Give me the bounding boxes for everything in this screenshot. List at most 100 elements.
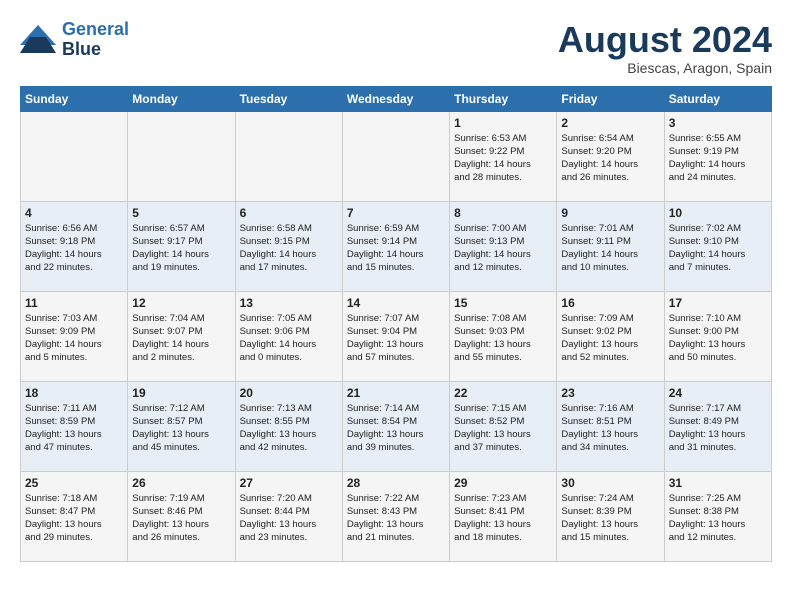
day-info: Sunrise: 7:24 AM Sunset: 8:39 PM Dayligh…: [561, 492, 659, 545]
day-info: Sunrise: 7:09 AM Sunset: 9:02 PM Dayligh…: [561, 312, 659, 365]
calendar-cell: 21 Sunrise: 7:14 AM Sunset: 8:54 PM Dayli…: [342, 381, 449, 471]
calendar-week-row: 18 Sunrise: 7:11 AM Sunset: 8:59 PM Dayli…: [21, 381, 772, 471]
day-number: 11: [25, 296, 123, 310]
day-info: Sunrise: 6:59 AM Sunset: 9:14 PM Dayligh…: [347, 222, 445, 275]
day-number: 6: [240, 206, 338, 220]
column-header-friday: Friday: [557, 86, 664, 111]
calendar-cell: 11Sunrise: 7:03 AM Sunset: 9:09 PM Dayli…: [21, 291, 128, 381]
calendar-week-row: 11Sunrise: 7:03 AM Sunset: 9:09 PM Dayli…: [21, 291, 772, 381]
day-number: 28: [347, 476, 445, 490]
calendar-cell: 2 Sunrise: 6:54 AM Sunset: 9:20 PM Daylig…: [557, 111, 664, 201]
day-number: 4: [25, 206, 123, 220]
day-number: 15: [454, 296, 552, 310]
subtitle: Biescas, Aragon, Spain: [558, 60, 772, 76]
day-number: 19: [132, 386, 230, 400]
day-info: Sunrise: 7:08 AM Sunset: 9:03 PM Dayligh…: [454, 312, 552, 365]
calendar-cell: 13Sunrise: 7:05 AM Sunset: 9:06 PM Dayli…: [235, 291, 342, 381]
day-info: Sunrise: 7:12 AM Sunset: 8:57 PM Dayligh…: [132, 402, 230, 455]
calendar-cell: 8Sunrise: 7:00 AM Sunset: 9:13 PM Daylig…: [450, 201, 557, 291]
day-info: Sunrise: 7:16 AM Sunset: 8:51 PM Dayligh…: [561, 402, 659, 455]
calendar-cell: 17 Sunrise: 7:10 AM Sunset: 9:00 PM Dayli…: [664, 291, 771, 381]
day-number: 24: [669, 386, 767, 400]
day-info: Sunrise: 6:55 AM Sunset: 9:19 PM Dayligh…: [669, 132, 767, 185]
calendar-week-row: 1Sunrise: 6:53 AM Sunset: 9:22 PM Daylig…: [21, 111, 772, 201]
day-info: Sunrise: 7:22 AM Sunset: 8:43 PM Dayligh…: [347, 492, 445, 545]
day-number: 2: [561, 116, 659, 130]
day-number: 10: [669, 206, 767, 220]
calendar-cell: 7 Sunrise: 6:59 AM Sunset: 9:14 PM Daylig…: [342, 201, 449, 291]
calendar-cell: 1Sunrise: 6:53 AM Sunset: 9:22 PM Daylig…: [450, 111, 557, 201]
day-info: Sunrise: 7:04 AM Sunset: 9:07 PM Dayligh…: [132, 312, 230, 365]
calendar-cell: 14Sunrise: 7:07 AM Sunset: 9:04 PM Dayli…: [342, 291, 449, 381]
calendar-cell: 16 Sunrise: 7:09 AM Sunset: 9:02 PM Dayli…: [557, 291, 664, 381]
day-info: Sunrise: 7:25 AM Sunset: 8:38 PM Dayligh…: [669, 492, 767, 545]
day-number: 21: [347, 386, 445, 400]
calendar-cell: 15 Sunrise: 7:08 AM Sunset: 9:03 PM Dayli…: [450, 291, 557, 381]
day-number: 20: [240, 386, 338, 400]
calendar-cell: 10Sunrise: 7:02 AM Sunset: 9:10 PM Dayli…: [664, 201, 771, 291]
calendar-cell: [21, 111, 128, 201]
calendar-cell: 25 Sunrise: 7:18 AM Sunset: 8:47 PM Dayli…: [21, 471, 128, 561]
column-header-tuesday: Tuesday: [235, 86, 342, 111]
day-number: 26: [132, 476, 230, 490]
day-number: 18: [25, 386, 123, 400]
day-info: Sunrise: 6:57 AM Sunset: 9:17 PM Dayligh…: [132, 222, 230, 275]
day-number: 7: [347, 206, 445, 220]
day-info: Sunrise: 7:15 AM Sunset: 8:52 PM Dayligh…: [454, 402, 552, 455]
logo-icon: [20, 25, 56, 55]
calendar-table: SundayMondayTuesdayWednesdayThursdayFrid…: [20, 86, 772, 562]
calendar-cell: 29Sunrise: 7:23 AM Sunset: 8:41 PM Dayli…: [450, 471, 557, 561]
calendar-cell: 4 Sunrise: 6:56 AM Sunset: 9:18 PM Daylig…: [21, 201, 128, 291]
day-number: 16: [561, 296, 659, 310]
main-title: August 2024: [558, 20, 772, 60]
day-number: 22: [454, 386, 552, 400]
day-info: Sunrise: 6:58 AM Sunset: 9:15 PM Dayligh…: [240, 222, 338, 275]
calendar-cell: [235, 111, 342, 201]
calendar-cell: 5 Sunrise: 6:57 AM Sunset: 9:17 PM Daylig…: [128, 201, 235, 291]
calendar-cell: 30 Sunrise: 7:24 AM Sunset: 8:39 PM Dayli…: [557, 471, 664, 561]
day-info: Sunrise: 7:14 AM Sunset: 8:54 PM Dayligh…: [347, 402, 445, 455]
column-header-monday: Monday: [128, 86, 235, 111]
calendar-cell: 19 Sunrise: 7:12 AM Sunset: 8:57 PM Dayli…: [128, 381, 235, 471]
calendar-cell: 3 Sunrise: 6:55 AM Sunset: 9:19 PM Daylig…: [664, 111, 771, 201]
calendar-week-row: 4 Sunrise: 6:56 AM Sunset: 9:18 PM Daylig…: [21, 201, 772, 291]
calendar-cell: 6 Sunrise: 6:58 AM Sunset: 9:15 PM Daylig…: [235, 201, 342, 291]
calendar-cell: 24 Sunrise: 7:17 AM Sunset: 8:49 PM Dayli…: [664, 381, 771, 471]
logo: General Blue: [20, 20, 129, 60]
day-info: Sunrise: 7:13 AM Sunset: 8:55 PM Dayligh…: [240, 402, 338, 455]
day-number: 29: [454, 476, 552, 490]
day-number: 3: [669, 116, 767, 130]
day-info: Sunrise: 7:10 AM Sunset: 9:00 PM Dayligh…: [669, 312, 767, 365]
day-number: 17: [669, 296, 767, 310]
title-area: August 2024 Biescas, Aragon, Spain: [558, 20, 772, 76]
day-info: Sunrise: 7:19 AM Sunset: 8:46 PM Dayligh…: [132, 492, 230, 545]
calendar-cell: 22 Sunrise: 7:15 AM Sunset: 8:52 PM Dayli…: [450, 381, 557, 471]
day-info: Sunrise: 7:18 AM Sunset: 8:47 PM Dayligh…: [25, 492, 123, 545]
day-number: 31: [669, 476, 767, 490]
day-number: 23: [561, 386, 659, 400]
day-info: Sunrise: 6:54 AM Sunset: 9:20 PM Dayligh…: [561, 132, 659, 185]
page-header: General Blue August 2024 Biescas, Aragon…: [20, 20, 772, 76]
day-info: Sunrise: 7:07 AM Sunset: 9:04 PM Dayligh…: [347, 312, 445, 365]
day-info: Sunrise: 6:56 AM Sunset: 9:18 PM Dayligh…: [25, 222, 123, 275]
day-number: 13: [240, 296, 338, 310]
day-info: Sunrise: 7:20 AM Sunset: 8:44 PM Dayligh…: [240, 492, 338, 545]
day-info: Sunrise: 6:53 AM Sunset: 9:22 PM Dayligh…: [454, 132, 552, 185]
calendar-cell: 31 Sunrise: 7:25 AM Sunset: 8:38 PM Dayli…: [664, 471, 771, 561]
day-number: 27: [240, 476, 338, 490]
day-info: Sunrise: 7:01 AM Sunset: 9:11 PM Dayligh…: [561, 222, 659, 275]
day-info: Sunrise: 7:17 AM Sunset: 8:49 PM Dayligh…: [669, 402, 767, 455]
day-info: Sunrise: 7:11 AM Sunset: 8:59 PM Dayligh…: [25, 402, 123, 455]
calendar-cell: 9Sunrise: 7:01 AM Sunset: 9:11 PM Daylig…: [557, 201, 664, 291]
day-number: 12: [132, 296, 230, 310]
calendar-cell: 18 Sunrise: 7:11 AM Sunset: 8:59 PM Dayli…: [21, 381, 128, 471]
day-number: 25: [25, 476, 123, 490]
calendar-cell: [342, 111, 449, 201]
column-header-saturday: Saturday: [664, 86, 771, 111]
day-number: 30: [561, 476, 659, 490]
day-number: 8: [454, 206, 552, 220]
day-number: 5: [132, 206, 230, 220]
column-header-wednesday: Wednesday: [342, 86, 449, 111]
calendar-cell: 27 Sunrise: 7:20 AM Sunset: 8:44 PM Dayli…: [235, 471, 342, 561]
calendar-header-row: SundayMondayTuesdayWednesdayThursdayFrid…: [21, 86, 772, 111]
